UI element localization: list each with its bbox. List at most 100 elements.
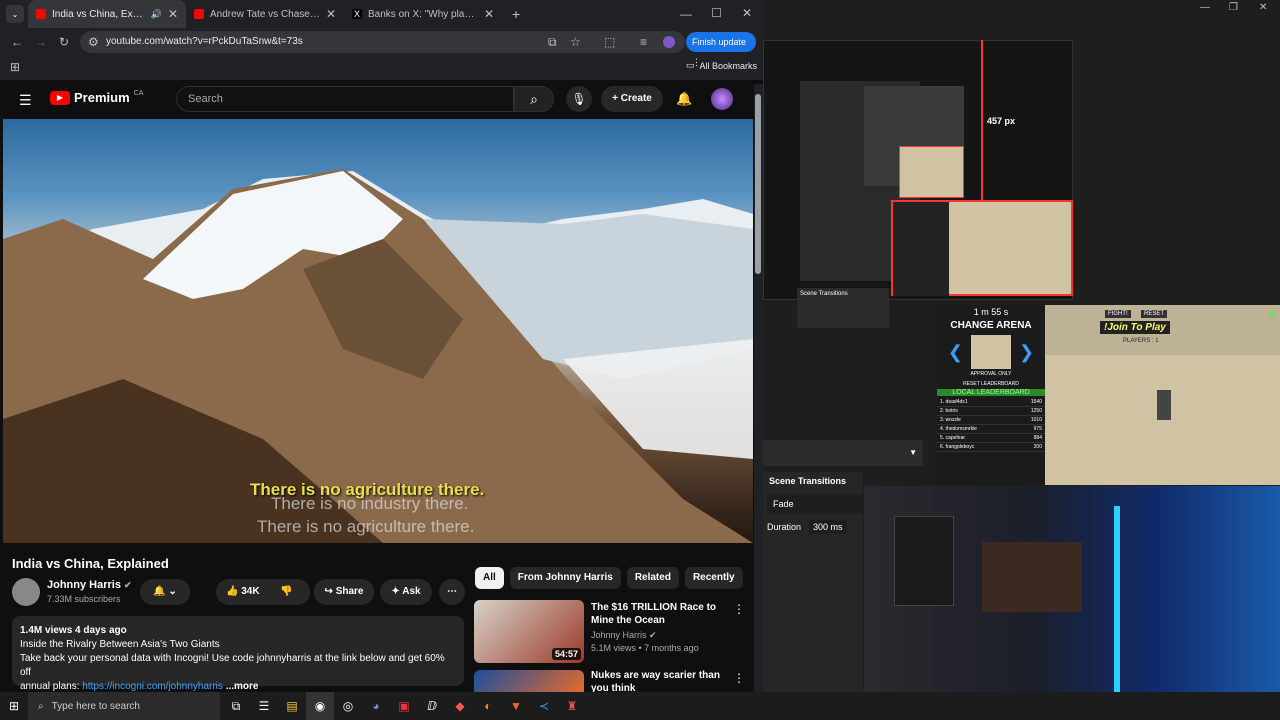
more-actions-icon[interactable]: ⋯ (439, 579, 465, 605)
cast-icon[interactable]: ⧉ (548, 31, 557, 53)
play-logo-icon: ▶ (50, 90, 70, 105)
chip-recently[interactable]: Recently (684, 567, 743, 589)
dislike-icon[interactable]: 👎 (280, 586, 292, 597)
tab-andrew-tate[interactable]: Andrew Tate vs Chase DeMoor ✕ (186, 0, 344, 28)
create-button[interactable]: + Create (601, 86, 663, 112)
duration-input[interactable]: 300 ms (809, 520, 847, 534)
join-to-play-label: !Join To Play (1100, 321, 1170, 334)
task-view-icon[interactable]: ⧉ (222, 692, 250, 720)
description-box[interactable]: 1.4M views 4 days ago Inside the Rivalry… (12, 616, 464, 692)
share-button[interactable]: ↪ Share (314, 579, 374, 605)
file-explorer-icon[interactable]: ▤ (278, 692, 306, 720)
bookmark-star-icon[interactable]: ☆ (570, 31, 581, 53)
gear-icon[interactable]: ⚙ (1269, 309, 1277, 320)
search-icon[interactable]: ⌕ (514, 86, 554, 112)
selected-source[interactable] (891, 200, 1073, 296)
change-arena-label: CHANGE ARENA (950, 320, 1032, 331)
video-thumbnail[interactable]: 54:57 (474, 600, 584, 663)
tab-india-vs-china[interactable]: India vs China, Explained - YouTube 🔊 ✕ (28, 0, 186, 28)
chrome-icon[interactable]: ◉ (306, 692, 334, 720)
recommended-video[interactable]: The $16 TRILLION Race to Mine the Ocean … (591, 601, 731, 655)
site-info-icon[interactable]: ⚙ (88, 31, 99, 53)
scrollbar[interactable] (754, 84, 763, 692)
blender-icon[interactable]: ◐ (474, 692, 502, 720)
browser-chrome: ⌄ India vs China, Explained - YouTube 🔊 … (0, 0, 763, 80)
close-tab-icon[interactable]: ✕ (168, 7, 178, 21)
app-icon-5[interactable]: ♜ (558, 692, 586, 720)
close-tab-icon[interactable]: ✕ (326, 7, 336, 21)
ask-button[interactable]: ✦ Ask (380, 579, 432, 605)
close-window-icon[interactable]: ✕ (742, 6, 752, 20)
webcam-doorway (894, 516, 954, 606)
reset-leaderboard-button[interactable]: RESET LEADERBOARD (937, 381, 1045, 387)
app-icon-1[interactable]: ☰ (250, 692, 278, 720)
chip-all[interactable]: All (475, 567, 504, 589)
address-bar[interactable]: ⚙ youtube.com/watch?v=rPckDuTaSnw&t=73s … (80, 31, 685, 53)
maximize-icon[interactable]: ☐ (711, 6, 722, 20)
leaderboard-row: 2. botris 1250 (937, 407, 1045, 416)
account-avatar[interactable] (711, 88, 733, 110)
youtube-logo[interactable]: ▶ Premium CA (50, 90, 143, 105)
menu-icon[interactable]: ☰ (19, 92, 32, 109)
obs-icon[interactable]: ◎ (334, 692, 362, 720)
vscode-icon[interactable]: ≺ (530, 692, 558, 720)
new-tab-icon[interactable]: + (502, 6, 530, 22)
restore-icon[interactable]: ❐ (1229, 2, 1238, 13)
subscriber-count: 7.33M subscribers (47, 594, 121, 604)
leaderboard-name: 2. botris (940, 408, 958, 414)
more-link[interactable]: ...more (226, 681, 259, 692)
verified-icon: ✔ (649, 630, 657, 640)
subscription-bell-button[interactable]: 🔔 ⌄ (140, 579, 190, 605)
apps-icon[interactable]: ⊞ (10, 60, 20, 74)
dropdown-field[interactable]: ▼ (763, 440, 923, 466)
leaderboard-list: 1. dead4ds1 1540 2. botris 1250 3. wozzle 101… (937, 398, 1045, 452)
close-tab-icon[interactable]: ✕ (484, 7, 494, 21)
approval-only-toggle[interactable]: APPROVAL ONLY (937, 371, 1045, 377)
close-window-icon[interactable]: ✕ (1259, 2, 1267, 13)
description-link[interactable]: https://incogni.com/johnnyharris (82, 681, 223, 692)
finish-update-button[interactable]: Finish update ⋮ (686, 32, 756, 67)
speaker-icon[interactable]: 🔊 (151, 9, 162, 20)
transition-select[interactable]: Fade (767, 494, 863, 514)
video-options-icon[interactable]: ⋮ (733, 602, 745, 616)
search-input[interactable]: Search (176, 86, 514, 112)
channel-avatar[interactable] (12, 578, 40, 606)
reload-icon[interactable]: ↻ (59, 35, 69, 49)
x-favicon-icon: X (352, 9, 362, 19)
brave-icon[interactable]: ▼ (502, 692, 530, 720)
minimize-icon[interactable]: — (680, 7, 692, 21)
app-icon-3[interactable]: ⅅ (418, 692, 446, 720)
arena-prev-icon[interactable]: ❮ (948, 342, 963, 363)
folder-icon: ▭ (686, 60, 695, 70)
app-icon-2[interactable]: ▣ (390, 692, 418, 720)
scrollbar-thumb[interactable] (755, 94, 761, 274)
measure-label: 457 px (987, 116, 1016, 126)
chip-related[interactable]: Related (626, 567, 679, 589)
taskbar-search[interactable]: ⌕ Type here to search (28, 692, 220, 720)
channel-name[interactable]: Johnny Harris ✔ (47, 579, 132, 591)
media-control-icon[interactable]: ≡ (640, 31, 647, 53)
extensions-icon[interactable]: ⬚ (604, 31, 615, 53)
tab-banks-x[interactable]: X Banks on X: "Why plaqueboymax ✕ (344, 0, 502, 28)
windows-start-icon[interactable]: ⊞ (0, 692, 28, 720)
forward-icon[interactable]: → (35, 35, 47, 49)
arena-next-icon[interactable]: ❯ (1019, 342, 1034, 363)
video-duration: 54:57 (551, 648, 581, 660)
chip-from-channel[interactable]: From Johnny Harris (509, 567, 621, 589)
profile-avatar[interactable] (663, 36, 675, 48)
back-icon[interactable]: ← (11, 35, 23, 49)
discord-icon[interactable]: ◕ (362, 692, 390, 720)
reset-button[interactable]: RESET (1141, 310, 1168, 318)
like-button[interactable]: 👍 34K (226, 586, 260, 597)
video-options-icon[interactable]: ⋮ (733, 671, 745, 685)
microphone-icon[interactable]: 🎙 (566, 86, 592, 112)
app-icon-4[interactable]: ◆ (446, 692, 474, 720)
fight-button[interactable]: FIGHT! (1105, 310, 1131, 318)
leaderboard-name: 5. capefear (940, 435, 966, 441)
minimize-icon[interactable]: — (1200, 2, 1210, 13)
tab-search-button[interactable]: ⌄ (6, 5, 24, 23)
filter-chips: All From Johnny Harris Related Recently … (475, 567, 759, 589)
all-bookmarks[interactable]: ▭ All Bookmarks (686, 60, 757, 71)
video-thumbnail[interactable] (474, 670, 584, 692)
notifications-bell-icon[interactable]: 🔔 (676, 91, 692, 107)
